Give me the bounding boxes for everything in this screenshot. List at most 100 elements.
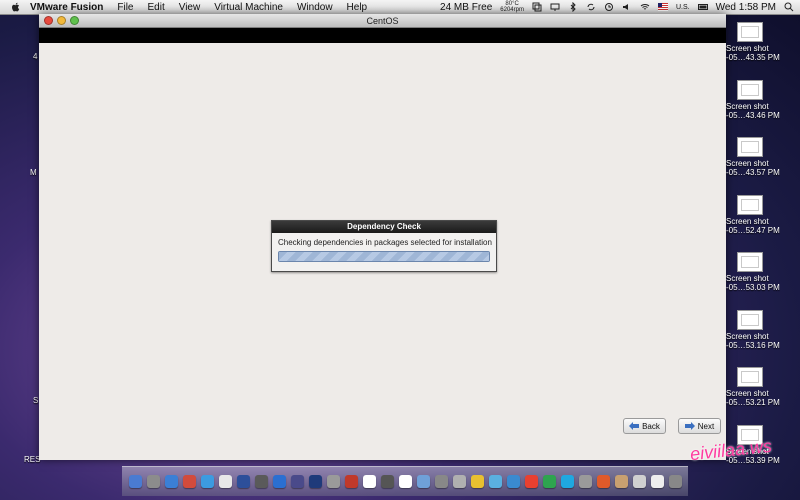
menu-window[interactable]: Window xyxy=(297,2,333,13)
file-thumbnail-icon xyxy=(737,194,763,215)
file-name-line2: -05…53.03 PM xyxy=(726,283,780,292)
minimize-button[interactable] xyxy=(57,16,66,25)
desktop-file-4[interactable]: Screen shot -05…52.47 PM xyxy=(726,194,800,253)
sync-icon[interactable] xyxy=(586,2,596,12)
menu-virtual-machine[interactable]: Virtual Machine xyxy=(214,2,283,13)
desktop-file-1[interactable]: Screen shot -05…43.35 PM xyxy=(726,22,800,80)
clock[interactable]: Wed 1:58 PM xyxy=(716,2,776,13)
file-thumbnail-icon xyxy=(737,252,763,272)
dock-app-icon[interactable] xyxy=(596,475,610,488)
window-title: CentOS xyxy=(366,15,399,26)
file-name-line2: -05…53.21 PM xyxy=(726,398,780,407)
back-button[interactable]: Back xyxy=(623,418,666,434)
spotlight-icon[interactable] xyxy=(784,2,794,12)
guest-top-bar xyxy=(39,28,726,43)
menu-help[interactable]: Help xyxy=(347,2,368,13)
dock-app-icon[interactable] xyxy=(668,475,682,488)
dock-app-icon[interactable] xyxy=(344,475,358,488)
dock-app-icon[interactable] xyxy=(470,475,484,488)
dock-app-icon[interactable] xyxy=(362,475,376,488)
file-name-line1: Screen shot xyxy=(726,389,769,398)
dialog-message: Checking dependencies in packages select… xyxy=(278,238,492,247)
next-label: Next xyxy=(697,421,715,431)
time-machine-icon[interactable] xyxy=(604,2,614,12)
left-label-2: M xyxy=(30,168,37,177)
dock-app-icon[interactable] xyxy=(578,475,592,488)
file-thumbnail-icon xyxy=(737,22,763,42)
menu-app-name[interactable]: VMware Fusion xyxy=(30,2,103,13)
dock-app-icon[interactable] xyxy=(164,475,178,488)
dock-app-icon[interactable] xyxy=(524,475,538,488)
file-name-line2: -05…53.16 PM xyxy=(726,340,780,350)
window-titlebar[interactable]: CentOS xyxy=(39,14,726,28)
dock-app-icon[interactable] xyxy=(308,475,322,488)
desktop-file-7[interactable]: Screen shot -05…53.21 PM xyxy=(726,367,800,425)
dock-app-icon[interactable] xyxy=(380,475,394,488)
dock-app-icon[interactable] xyxy=(128,475,142,488)
dock-app-icon[interactable] xyxy=(182,475,196,488)
vm-window: CentOS Dependency Check Checking depende… xyxy=(39,14,726,460)
vmware-status-icon[interactable] xyxy=(532,2,542,12)
dock-app-icon[interactable] xyxy=(218,475,232,488)
file-name-line1: Screen shot xyxy=(726,101,769,111)
file-name-line2: -05…43.57 PM xyxy=(726,168,780,177)
desktop-file-2[interactable]: Screen shot -05…43.46 PM xyxy=(726,79,800,138)
left-label-4: RES xyxy=(24,455,41,464)
dock-app-icon[interactable] xyxy=(236,475,250,488)
left-label-3: S xyxy=(33,396,39,405)
menu-extras: 24 MB Free 80°C 6204rpm U.S. Wed 1:58 PM xyxy=(440,0,794,14)
menu-file[interactable]: File xyxy=(117,2,133,13)
dock-app-icon[interactable] xyxy=(632,475,646,488)
dock-app-icon[interactable] xyxy=(326,475,340,488)
dock-app-icon[interactable] xyxy=(488,475,502,488)
dock-app-icon[interactable] xyxy=(560,475,574,488)
menu-view[interactable]: View xyxy=(179,2,201,13)
menu-bar: VMware Fusion File Edit View Virtual Mac… xyxy=(0,0,800,15)
dock-app-icon[interactable] xyxy=(452,475,466,488)
progress-fill xyxy=(279,252,489,261)
left-label-1: 4 xyxy=(33,52,38,61)
progress-bar xyxy=(278,251,490,262)
display-icon[interactable] xyxy=(550,2,560,12)
dock-app-icon[interactable] xyxy=(146,475,160,488)
menu-edit[interactable]: Edit xyxy=(147,2,164,13)
dock-app-icon[interactable] xyxy=(614,475,628,488)
volume-icon[interactable] xyxy=(622,2,632,12)
memory-status[interactable]: 24 MB Free xyxy=(440,2,492,13)
close-button[interactable] xyxy=(44,16,53,25)
next-button[interactable]: Next xyxy=(678,418,721,434)
file-thumbnail-icon xyxy=(737,309,763,330)
arrow-right-icon xyxy=(684,422,695,430)
file-name-line2: -05…43.35 PM xyxy=(726,53,780,62)
dock-app-icon[interactable] xyxy=(290,475,304,488)
dock-app-icon[interactable] xyxy=(434,475,448,488)
us-flag-icon[interactable] xyxy=(657,2,668,12)
dock-app-icon[interactable] xyxy=(200,475,214,488)
temperature-status[interactable]: 80°C 6204rpm xyxy=(500,1,524,13)
dialog-title: Dependency Check xyxy=(272,221,496,233)
dock-app-icon[interactable] xyxy=(506,475,520,488)
dock-app-icon[interactable] xyxy=(272,475,286,488)
file-name-line2: -05…43.46 PM xyxy=(726,110,780,120)
apple-menu-icon[interactable] xyxy=(10,1,22,13)
desktop-file-5[interactable]: Screen shot -05…53.03 PM xyxy=(726,252,800,310)
dock xyxy=(122,466,688,496)
file-name-line1: Screen shot xyxy=(726,44,769,53)
back-label: Back xyxy=(642,421,660,431)
window-controls xyxy=(44,16,79,25)
dock-app-icon[interactable] xyxy=(542,475,556,488)
battery-icon[interactable] xyxy=(697,2,708,12)
dock-app-icon[interactable] xyxy=(398,475,412,488)
file-thumbnail-icon xyxy=(737,137,763,157)
desktop-file-6[interactable]: Screen shot -05…53.16 PM xyxy=(726,309,800,368)
dock-app-icon[interactable] xyxy=(416,475,430,488)
dock-app-icon[interactable] xyxy=(254,475,268,488)
desktop-file-3[interactable]: Screen shot -05…43.57 PM xyxy=(726,137,800,195)
dependency-check-dialog: Dependency Check Checking dependencies i… xyxy=(271,220,497,272)
dock-app-icon[interactable] xyxy=(650,475,664,488)
file-thumbnail-icon xyxy=(737,79,763,100)
wifi-icon[interactable] xyxy=(640,2,650,12)
bluetooth-icon[interactable] xyxy=(568,2,578,12)
input-locale[interactable]: U.S. xyxy=(676,4,690,11)
zoom-button[interactable] xyxy=(70,16,79,25)
